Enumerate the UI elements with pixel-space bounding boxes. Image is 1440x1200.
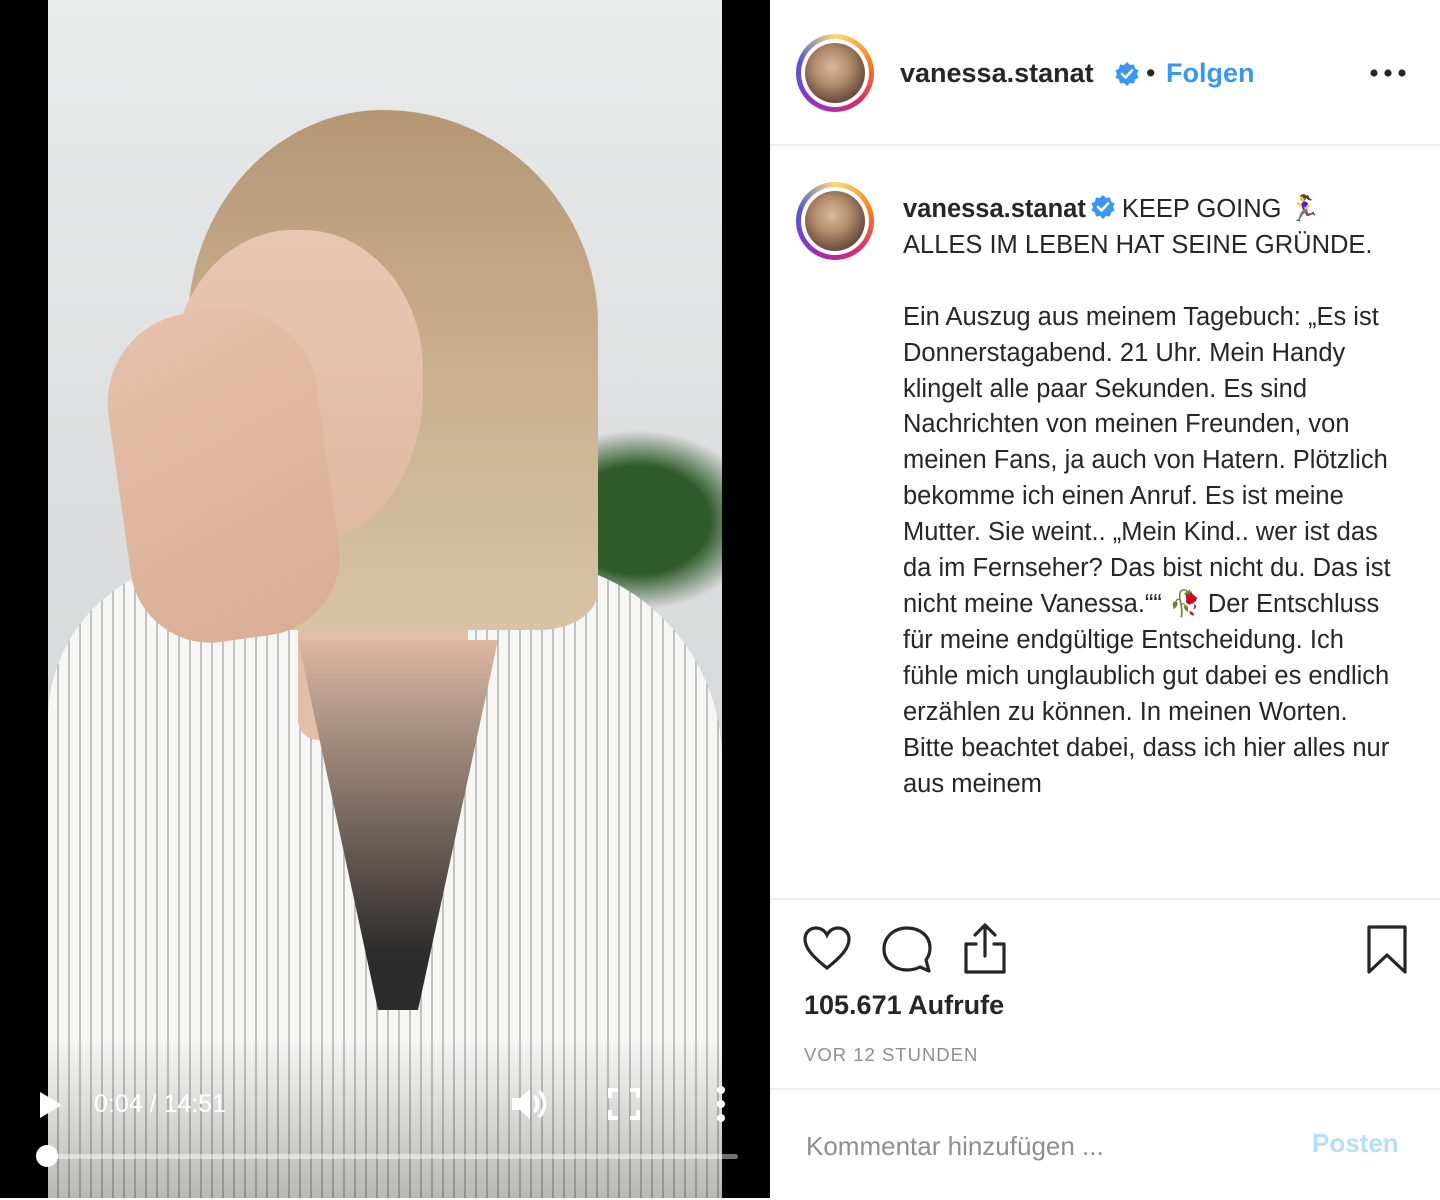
video-controls: 0:04 / 14:51: [0, 1070, 770, 1198]
comment-input[interactable]: [804, 1120, 1288, 1172]
header-separator: •: [1146, 58, 1156, 88]
play-icon[interactable]: [36, 1090, 66, 1120]
post-header: vanessa.stanat • Folgen: [770, 0, 1440, 146]
horizontal-dots-icon[interactable]: [1368, 60, 1408, 86]
caption: vanessa.stanat KEEP GOING 🏃‍♀️ ALLES IM …: [903, 192, 1393, 802]
video-progress-knob[interactable]: [36, 1145, 59, 1167]
caption-avatar[interactable]: [796, 182, 874, 260]
caption-body: Ein Auszug aus meinem Tagebuch: „Es ist …: [903, 302, 1398, 798]
post-actions: 105.671 Aufrufe VOR 12 STUNDEN: [770, 898, 1440, 1090]
share-icon[interactable]: [962, 922, 1008, 981]
post-timestamp[interactable]: VOR 12 STUNDEN: [804, 1044, 978, 1066]
avatar[interactable]: [796, 34, 874, 112]
fullscreen-icon[interactable]: [606, 1086, 642, 1122]
video-player[interactable]: 0:04 / 14:51: [0, 0, 770, 1198]
post-comment-button[interactable]: Posten: [1312, 1128, 1399, 1159]
verified-badge-icon: [1114, 61, 1140, 87]
caption-area: vanessa.stanat KEEP GOING 🏃‍♀️ ALLES IM …: [770, 146, 1440, 896]
vertical-dots-icon[interactable]: [708, 1084, 734, 1124]
header-username[interactable]: vanessa.stanat: [900, 58, 1094, 89]
view-count[interactable]: 105.671 Aufrufe: [804, 990, 1004, 1021]
comment-bar: Posten: [770, 1088, 1440, 1200]
video-progress-bar[interactable]: [36, 1145, 738, 1167]
comment-bubble-icon[interactable]: [882, 926, 932, 979]
post-panel: vanessa.stanat • Folgen vanessa.stanat K…: [770, 0, 1440, 1198]
caption-username[interactable]: vanessa.stanat: [903, 195, 1086, 223]
video-frame[interactable]: [48, 0, 722, 1198]
video-time: 0:04 / 14:51: [94, 1090, 227, 1118]
verified-badge-icon: [1086, 194, 1122, 219]
volume-icon[interactable]: [508, 1084, 552, 1124]
bookmark-icon[interactable]: [1366, 924, 1408, 981]
follow-button[interactable]: Folgen: [1166, 58, 1255, 89]
heart-icon[interactable]: [802, 926, 852, 977]
